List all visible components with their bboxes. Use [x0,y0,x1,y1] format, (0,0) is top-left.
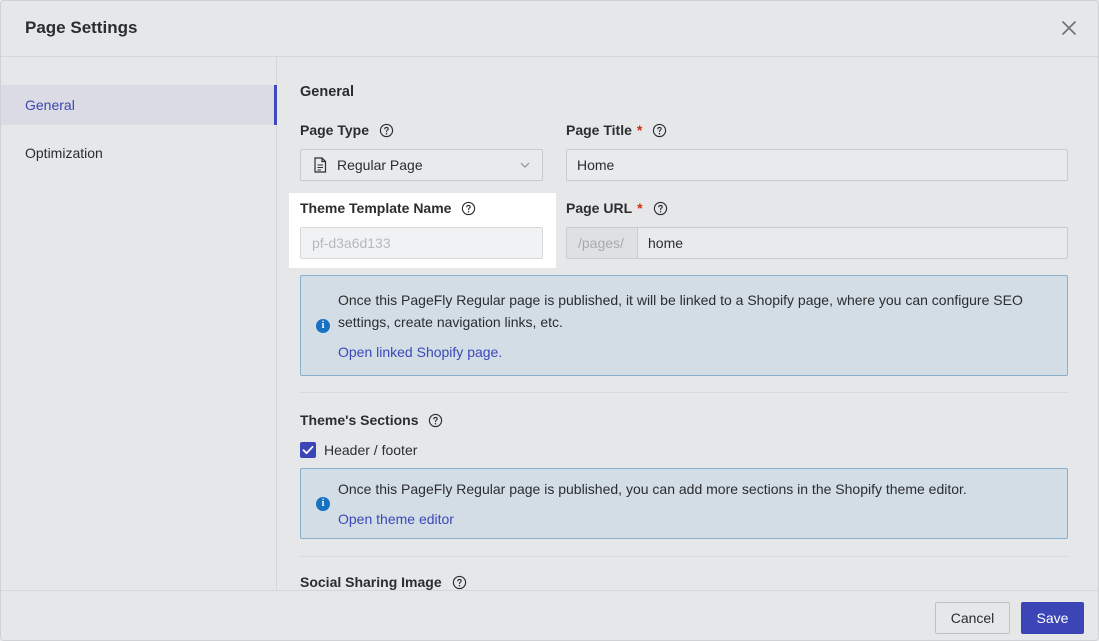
social-sharing-label: Social Sharing Image [300,574,467,590]
open-linked-shopify-page-link[interactable]: Open linked Shopify page. [338,344,502,360]
cancel-button[interactable]: Cancel [935,602,1010,634]
help-icon[interactable] [461,201,476,216]
page-title-input[interactable]: Home [566,149,1068,181]
modal-header: Page Settings [1,1,1098,57]
divider [300,392,1068,393]
open-theme-editor-link[interactable]: Open theme editor [338,511,454,527]
chevron-down-icon [520,162,530,168]
theme-template-label: Theme Template Name [300,200,476,216]
help-icon[interactable] [653,201,668,216]
page-settings-modal: Page Settings General Optimization Gener… [0,0,1099,641]
page-type-select[interactable]: Regular Page [300,149,543,181]
page-title-label: Page Title * [566,122,667,138]
required-mark: * [637,200,643,216]
document-icon [314,157,327,173]
banner-text: Once this PageFly Regular page is publis… [338,481,967,497]
close-icon[interactable] [1058,17,1080,39]
section-title-general: General [300,84,354,100]
required-mark: * [636,122,643,138]
page-url-input[interactable]: home [637,227,1068,259]
settings-sidebar: General Optimization [1,57,277,590]
theme-editor-info-banner: i Once this PageFly Regular page is publ… [300,468,1068,539]
content-scrollbar[interactable] [1088,57,1098,590]
sidebar-item-general[interactable]: General [1,85,277,125]
divider [300,556,1068,557]
help-icon[interactable] [379,123,394,138]
page-type-value: Regular Page [337,157,423,173]
info-icon: i [316,497,330,511]
social-sharing-title: Social Sharing Image [300,574,442,590]
page-url-prefix: /pages/ [566,227,638,259]
help-icon[interactable] [452,575,467,590]
themes-sections-title: Theme's Sections [300,412,419,428]
modal-footer: Cancel Save [1,590,1098,640]
page-url-label-text: Page URL [566,200,633,216]
page-url-label: Page URL * [566,200,668,216]
sidebar-item-optimization[interactable]: Optimization [1,133,277,173]
page-title-label-text: Page Title [566,122,632,138]
info-icon: i [316,319,330,333]
save-button[interactable]: Save [1021,602,1084,634]
themes-sections-label: Theme's Sections [300,412,443,428]
header-footer-checkbox[interactable] [300,442,316,458]
header-footer-label[interactable]: Header / footer [324,442,417,458]
theme-template-highlight: Theme Template Name pf-d3a6d133 [289,193,556,268]
help-icon[interactable] [652,123,667,138]
theme-template-label-text: Theme Template Name [300,200,452,216]
page-type-label: Page Type [300,122,394,138]
banner-text: Once this PageFly Regular page is publis… [338,292,1023,330]
page-type-label-text: Page Type [300,122,369,138]
shopify-page-info-banner: i Once this PageFly Regular page is publ… [300,275,1068,376]
theme-template-input: pf-d3a6d133 [300,227,543,259]
modal-title: Page Settings [25,18,138,37]
help-icon[interactable] [428,413,443,428]
checkmark-icon [302,445,314,455]
